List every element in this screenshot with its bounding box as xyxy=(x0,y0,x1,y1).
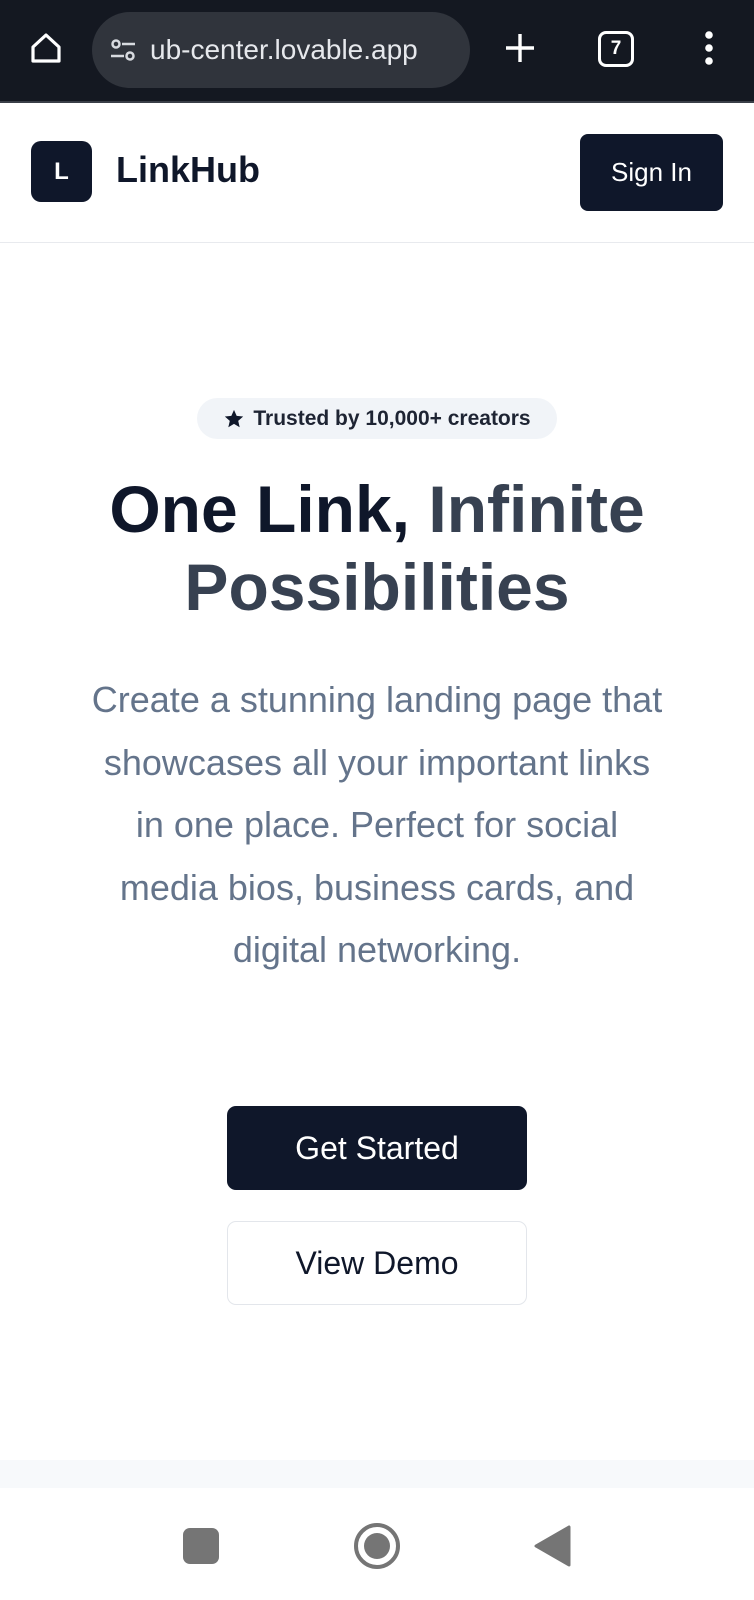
get-started-button[interactable]: Get Started xyxy=(227,1106,527,1190)
logo-letter: L xyxy=(54,157,69,185)
url-text[interactable]: ub-center.lovable.app xyxy=(150,34,418,66)
hero-description: Create a stunning landing page that show… xyxy=(91,679,663,970)
home-button-icon[interactable] xyxy=(352,1521,402,1571)
home-icon[interactable] xyxy=(26,28,66,68)
site-settings-icon[interactable] xyxy=(108,35,138,65)
tab-switcher-icon[interactable]: 7 xyxy=(598,31,634,67)
site-header: L LinkHub Sign In xyxy=(0,105,754,243)
hero-headline: One Link, Infinite Possibilities xyxy=(0,470,754,626)
new-tab-icon[interactable] xyxy=(500,28,540,68)
view-demo-button[interactable]: View Demo xyxy=(227,1221,527,1305)
system-nav-bar xyxy=(0,1488,754,1600)
headline-dark: One Link, xyxy=(109,472,429,546)
tab-count: 7 xyxy=(610,38,622,59)
menu-icon[interactable] xyxy=(694,28,724,68)
recents-icon[interactable] xyxy=(183,1528,219,1564)
star-icon xyxy=(225,409,244,427)
trust-badge: Trusted by 10,000+ creators xyxy=(197,398,557,439)
browser-toolbar: ub-center.lovable.app 7 xyxy=(0,0,754,103)
next-section-edge xyxy=(0,1460,754,1488)
headline-line2: Possibilities xyxy=(184,550,570,624)
back-icon[interactable] xyxy=(533,1525,571,1567)
sign-in-button[interactable]: Sign In xyxy=(580,134,723,211)
logo[interactable]: L xyxy=(31,141,92,202)
brand-name[interactable]: LinkHub xyxy=(116,149,260,191)
headline-muted: Infinite xyxy=(428,472,645,546)
address-bar[interactable]: ub-center.lovable.app xyxy=(92,12,470,88)
badge-text: Trusted by 10,000+ creators xyxy=(253,406,531,430)
